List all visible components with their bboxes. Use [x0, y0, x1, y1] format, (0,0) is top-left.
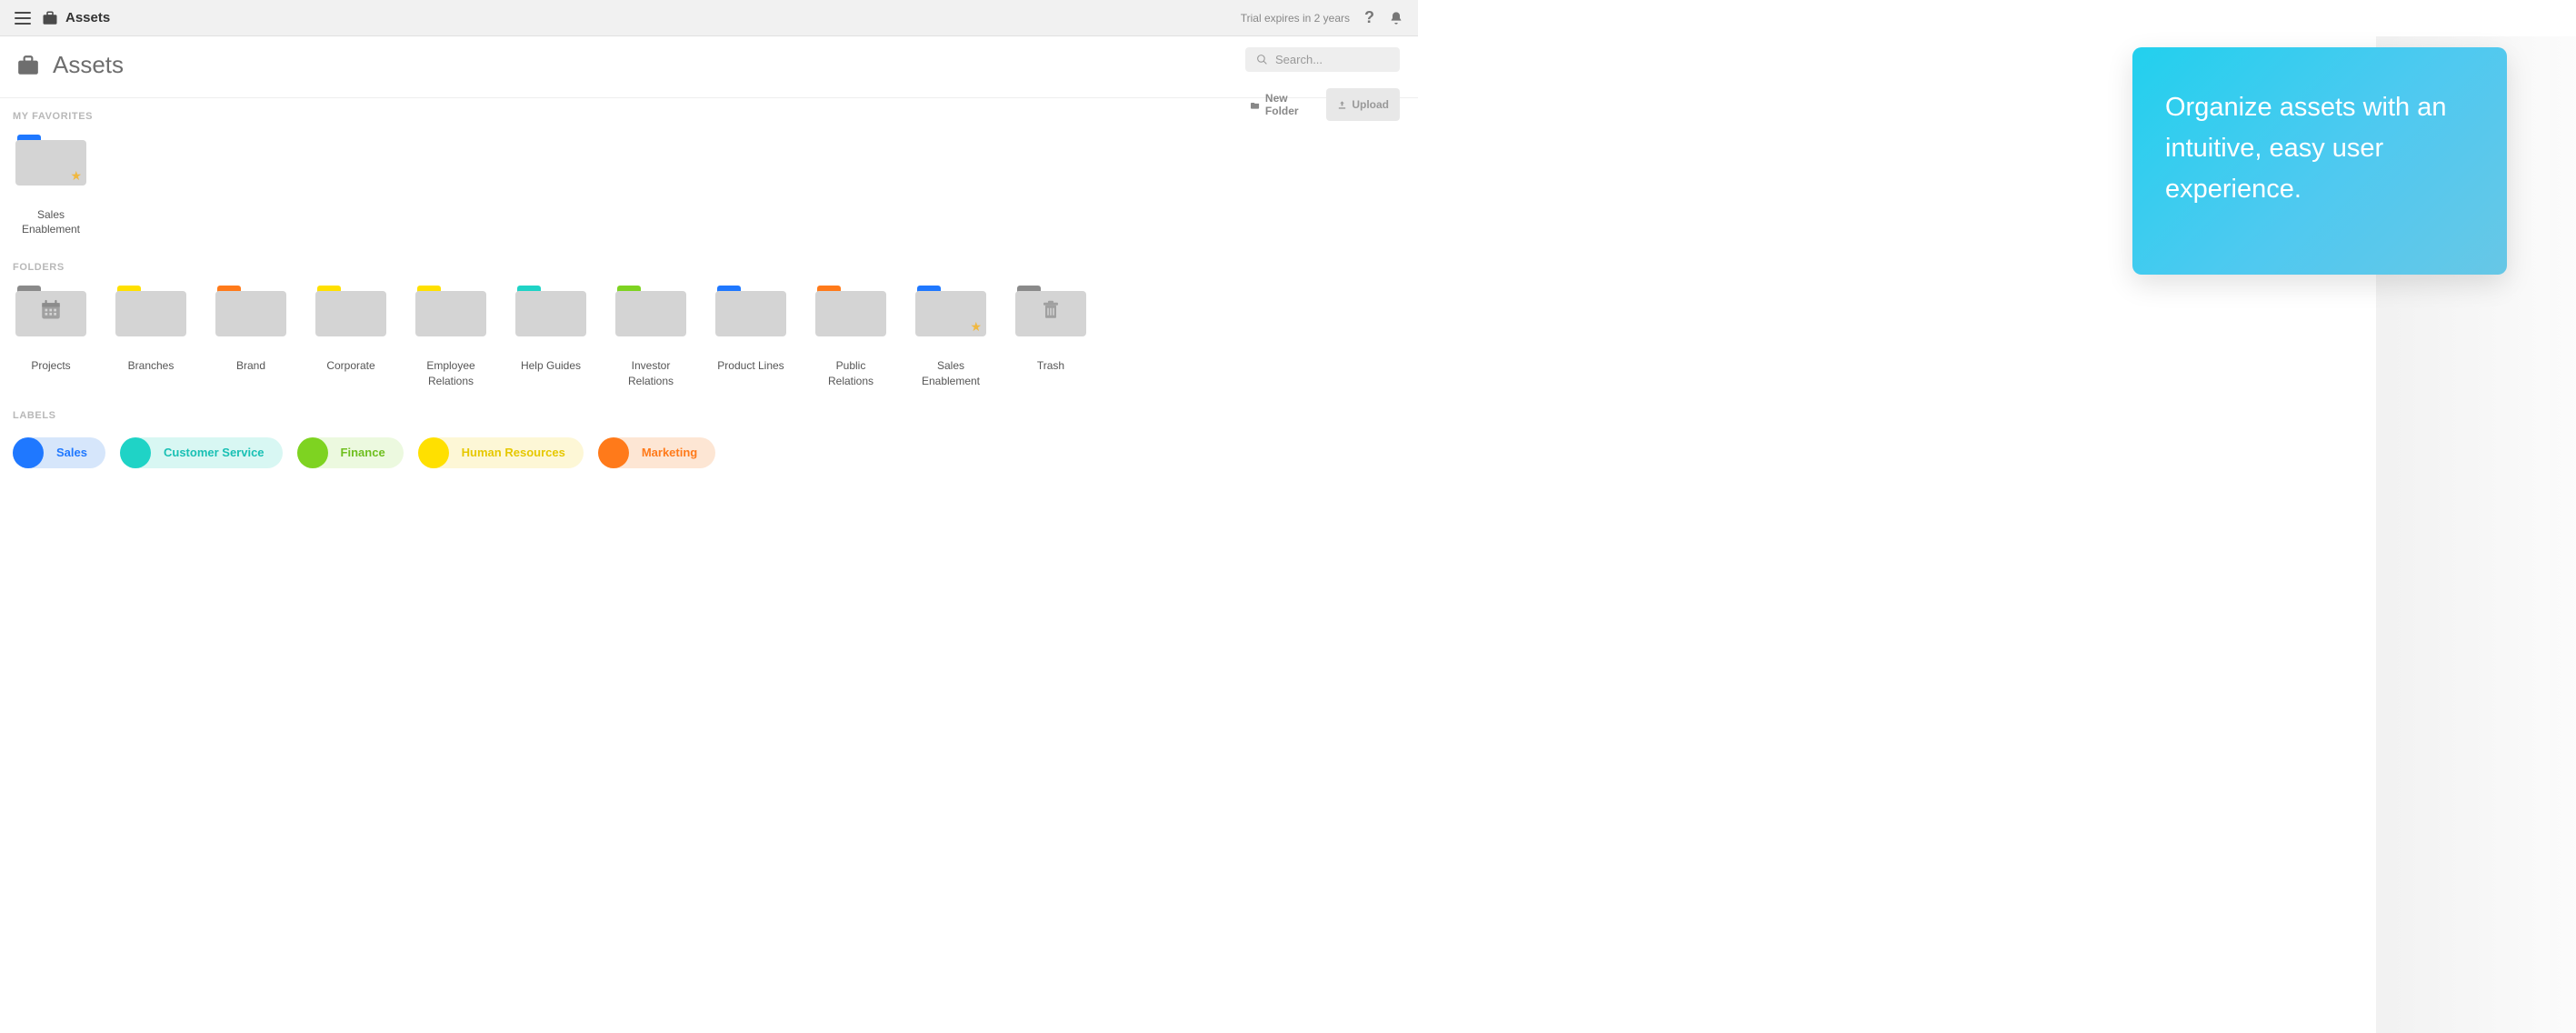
folder-label: Investor Relations [613, 358, 689, 387]
upload-button[interactable]: Upload [1326, 88, 1400, 121]
folder-body [315, 291, 386, 336]
folder-folder-7[interactable]: Product Lines [713, 286, 789, 387]
folder-icon [15, 286, 86, 336]
label-text: Finance [341, 446, 385, 459]
callout-text: Organize assets with an intuitive, easy … [2165, 93, 2446, 204]
briefcase-icon [42, 11, 58, 25]
label-color-dot [598, 437, 629, 468]
folder-label: Employee Relations [413, 358, 489, 387]
folder-folder-9[interactable]: ★ Sales Enablement [913, 286, 989, 387]
label-finance[interactable]: Finance [297, 437, 404, 468]
folder-body [715, 291, 786, 336]
folder-body [215, 291, 286, 336]
folder-label: Trash [1037, 358, 1064, 373]
label-customer-service[interactable]: Customer Service [120, 437, 283, 468]
folder-folder-0[interactable]: Projects [13, 286, 89, 387]
folders-heading: FOLDERS [13, 262, 1405, 273]
folder-icon [315, 286, 386, 336]
upload-icon [1337, 100, 1347, 110]
folder-folder-2[interactable]: Brand [213, 286, 289, 387]
labels-section: LABELS Sales Customer Service Finance Human… [0, 394, 1418, 474]
folder-folder-4[interactable]: Employee Relations [413, 286, 489, 387]
label-human-resources[interactable]: Human Resources [418, 437, 584, 468]
upload-label: Upload [1352, 98, 1389, 111]
page-title: Assets [16, 51, 124, 79]
label-text: Human Resources [462, 446, 565, 459]
new-folder-button[interactable]: New Folder [1245, 88, 1315, 121]
folder-label: Public Relations [813, 358, 889, 387]
folder-folder-1[interactable]: Branches [113, 286, 189, 387]
help-button[interactable]: ? [1364, 8, 1374, 27]
label-color-dot [13, 437, 44, 468]
folder-folder-10[interactable]: Trash [1013, 286, 1089, 387]
folder-label: Sales Enablement [13, 207, 89, 236]
search-placeholder: Search... [1275, 53, 1323, 66]
menu-button[interactable] [15, 12, 31, 25]
folder-label: Branches [128, 358, 175, 373]
favorites-heading: MY FAVORITES [13, 111, 1405, 122]
label-color-dot [418, 437, 449, 468]
folder-folder-8[interactable]: Public Relations [813, 286, 889, 387]
folder-icon [115, 286, 186, 336]
folder-icon [215, 286, 286, 336]
folder-label: Product Lines [717, 358, 784, 373]
folder-body [615, 291, 686, 336]
bell-icon[interactable] [1389, 10, 1403, 26]
folder-body [515, 291, 586, 336]
folder-folder-5[interactable]: Help Guides [513, 286, 589, 387]
header-actions: Search... New Folder Upload [1245, 36, 1400, 121]
label-text: Customer Service [164, 446, 265, 459]
folder-label: Sales Enablement [913, 358, 989, 387]
app-bar-title-text: Assets [65, 10, 110, 25]
calendar-icon [39, 298, 63, 326]
star-icon: ★ [970, 319, 982, 335]
folder-label: Help Guides [521, 358, 581, 373]
folder-icon: ★ [915, 286, 986, 336]
label-color-dot [297, 437, 328, 468]
label-color-dot [120, 437, 151, 468]
folder-folder-3[interactable]: Corporate [313, 286, 389, 387]
folder-icon [715, 286, 786, 336]
folder-icon [515, 286, 586, 336]
folders-section: FOLDERS Projects Branches Brand Corporate Em… [0, 242, 1418, 393]
trash-icon [1040, 298, 1062, 326]
folder-body [815, 291, 886, 336]
folder-body [115, 291, 186, 336]
favorites-section: MY FAVORITES ★ Sales Enablement [0, 98, 1418, 242]
app-bar-title: Assets [42, 10, 110, 25]
folder-label: Brand [236, 358, 265, 373]
app-bar: Assets Trial expires in 2 years ? [0, 0, 1418, 36]
search-input[interactable]: Search... [1245, 47, 1400, 72]
search-icon [1256, 54, 1268, 65]
folder-icon [1015, 286, 1086, 336]
favorite-folder-0[interactable]: ★ Sales Enablement [13, 135, 89, 236]
briefcase-icon [16, 55, 40, 75]
folder-icon [615, 286, 686, 336]
folder-label: Corporate [326, 358, 374, 373]
folder-icon: ★ [15, 135, 86, 186]
label-marketing[interactable]: Marketing [598, 437, 715, 468]
folder-folder-6[interactable]: Investor Relations [613, 286, 689, 387]
new-folder-label: New Folder [1265, 92, 1310, 117]
folder-label: Projects [31, 358, 70, 373]
folder-body [415, 291, 486, 336]
trial-status: Trial expires in 2 years [1241, 12, 1350, 25]
label-text: Sales [56, 446, 87, 459]
feature-callout: Organize assets with an intuitive, easy … [2132, 47, 2507, 275]
page-title-text: Assets [53, 51, 124, 79]
page-header: Assets Search... New Folder Upload [0, 36, 1418, 98]
label-sales[interactable]: Sales [13, 437, 105, 468]
folder-plus-icon [1251, 100, 1260, 110]
labels-heading: LABELS [13, 410, 1405, 421]
label-text: Marketing [642, 446, 697, 459]
folder-icon [415, 286, 486, 336]
folder-icon [815, 286, 886, 336]
star-icon: ★ [70, 168, 82, 184]
